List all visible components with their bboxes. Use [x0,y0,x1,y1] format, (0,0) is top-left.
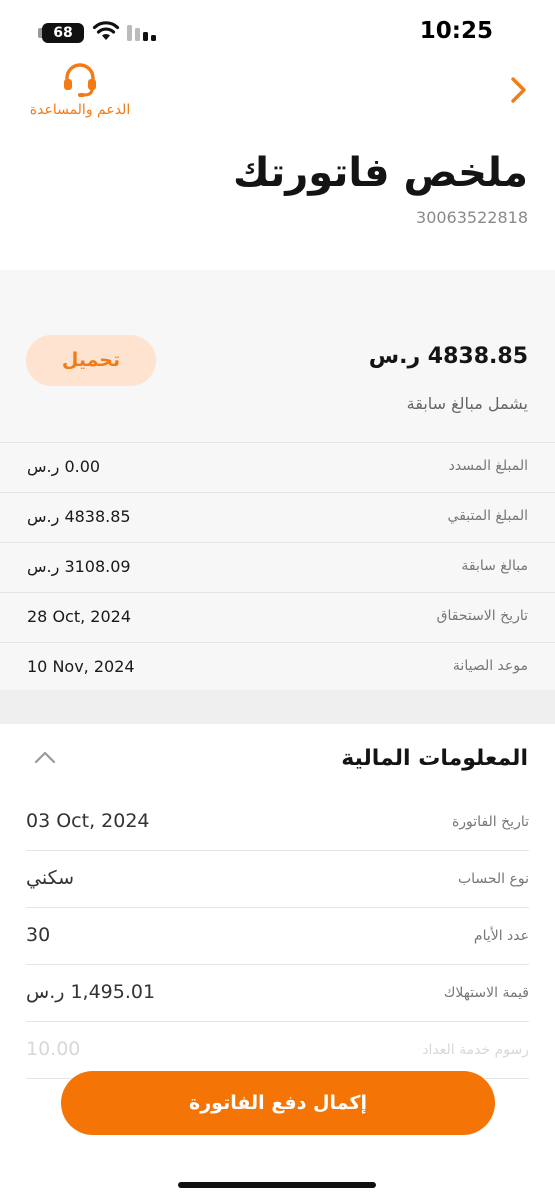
battery-icon: 68 [42,23,84,43]
status-bar: 68 10:25 [0,0,555,64]
home-indicator [178,1182,376,1188]
financial-row-label: نوع الحساب [457,871,529,887]
chevron-up-icon[interactable] [34,750,56,764]
financial-row-value: سكني [26,867,74,889]
financial-row-value: 30 [26,924,51,946]
summary-row-label: مبالغ سابقة [461,558,528,574]
financial-row-label: رسوم خدمة العداد [422,1042,529,1058]
financial-row-invoice-date: تاريخ الفاتورة 03 Oct, 2024 [26,794,529,851]
summary-row-paid: المبلغ المسدد 0.00 ر.س [0,442,555,492]
section-title: المعلومات المالية [341,746,528,771]
chevron-right-icon[interactable] [503,74,535,106]
summary-row-value: 3108.09 ر.س [27,557,131,576]
download-button[interactable]: تحميل [26,335,156,386]
wifi-icon [92,21,120,40]
summary-row-label: المبلغ المتبقي [447,508,528,524]
complete-payment-button[interactable]: إكمال دفع الفاتورة [61,1071,495,1135]
summary-row-maintenance: موعد الصيانة 10 Nov, 2024 [0,642,555,692]
support-label: الدعم والمساعدة [29,102,131,118]
financial-row-value: 03 Oct, 2024 [26,810,150,832]
invoice-number: 30063522818 [416,208,528,227]
status-time: 10:25 [419,18,493,44]
total-amount: 4838.85 ر.س [368,344,528,369]
headset-icon [64,63,96,97]
financial-rows: تاريخ الفاتورة 03 Oct, 2024 نوع الحساب س… [26,794,529,1079]
summary-row-label: المبلغ المسدد [448,458,528,474]
summary-row-value: 28 Oct, 2024 [27,607,131,626]
financial-row-value: 1,495.01 ر.س [26,981,156,1003]
financial-row-label: عدد الأيام [473,928,529,944]
summary-row-due-date: تاريخ الاستحقاق 28 Oct, 2024 [0,592,555,642]
summary-row-value: 0.00 ر.س [27,457,101,476]
summary-row-label: موعد الصيانة [452,658,528,674]
summary-row-previous: مبالغ سابقة 3108.09 ر.س [0,542,555,592]
page-title: ملخص فاتورتك [232,150,528,196]
financial-row-label: تاريخ الفاتورة [451,814,529,830]
financial-row-label: قيمة الاستهلاك [443,985,529,1001]
section-divider [0,690,555,724]
summary-rows: المبلغ المسدد 0.00 ر.س المبلغ المتبقي 48… [0,442,555,692]
financial-row-value: 10.00 [26,1038,81,1060]
invoice-summary-card: تحميل 4838.85 ر.س يشمل مبالغ سابقة المبل… [0,270,555,692]
financial-row-consumption: قيمة الاستهلاك 1,495.01 ر.س [26,965,529,1022]
summary-row-value: 10 Nov, 2024 [27,657,135,676]
summary-row-value: 4838.85 ر.س [27,507,131,526]
financial-row-days: عدد الأيام 30 [26,908,529,965]
cellular-signal-icon [127,25,156,41]
total-note: يشمل مبالغ سابقة [406,394,528,413]
summary-row-remaining: المبلغ المتبقي 4838.85 ر.س [0,492,555,542]
financial-row-account-type: نوع الحساب سكني [26,851,529,908]
summary-row-label: تاريخ الاستحقاق [436,608,528,624]
support-button[interactable]: الدعم والمساعدة [26,60,134,118]
